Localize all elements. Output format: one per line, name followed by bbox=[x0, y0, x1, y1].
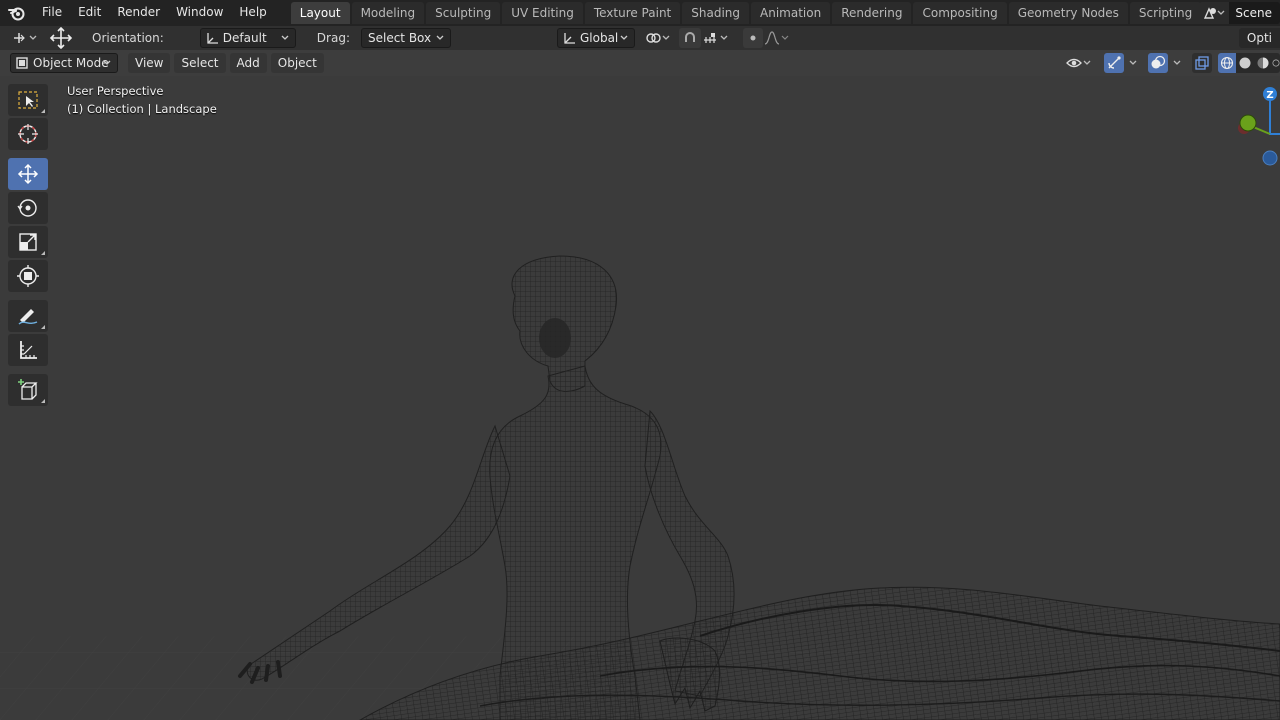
falloff-curve-icon[interactable] bbox=[763, 28, 791, 48]
select-box-icon[interactable] bbox=[8, 84, 48, 116]
drag-dropdown[interactable]: Select Box bbox=[360, 28, 451, 48]
left-toolbar bbox=[8, 84, 50, 408]
global-axis-icon bbox=[564, 33, 575, 44]
solid-shading-icon[interactable] bbox=[1236, 53, 1254, 73]
tab-shading[interactable]: Shading bbox=[682, 2, 749, 24]
chevron-down-icon bbox=[436, 35, 444, 40]
blender-logo-icon[interactable] bbox=[0, 0, 34, 26]
mode-dropdown[interactable]: Object Mode bbox=[10, 53, 118, 73]
transform-orientation-dropdown[interactable]: Global bbox=[556, 28, 635, 48]
tab-modeling[interactable]: Modeling bbox=[351, 2, 425, 24]
xray-toggle-icon[interactable] bbox=[1192, 53, 1212, 73]
chevron-down-icon bbox=[620, 35, 628, 40]
chevron-down-icon[interactable] bbox=[1124, 53, 1142, 73]
chevron-down-icon bbox=[281, 35, 289, 40]
orientation-value: Default bbox=[222, 31, 267, 45]
perspective-label: User Perspective bbox=[67, 84, 164, 98]
scene-selector: Scene bbox=[1199, 0, 1280, 26]
transform-orientation-value: Global bbox=[579, 31, 619, 45]
top-menu-bar: File Edit Render Window Help Layout Mode… bbox=[0, 0, 1280, 26]
workspace-tabs: Layout Modeling Sculpting UV Editing Tex… bbox=[290, 0, 1226, 26]
cursor-icon[interactable] bbox=[8, 118, 48, 150]
move-tool-icon[interactable] bbox=[46, 27, 76, 49]
collection-label: (1) Collection | Landscape bbox=[67, 102, 217, 116]
add-cube-icon[interactable] bbox=[8, 374, 48, 406]
tab-texture-paint[interactable]: Texture Paint bbox=[584, 2, 681, 24]
pivot-point-icon[interactable] bbox=[643, 28, 673, 48]
chevron-down-icon bbox=[103, 60, 111, 65]
tool-header: Orientation: Default Drag: Select Box Gl… bbox=[0, 26, 1280, 50]
tab-layout[interactable]: Layout bbox=[290, 2, 350, 24]
scene-icon[interactable] bbox=[1199, 2, 1230, 24]
orientation-label: Orientation: bbox=[92, 31, 164, 45]
transform-icon[interactable] bbox=[8, 260, 48, 292]
proportional-edit-icon[interactable] bbox=[742, 28, 763, 48]
viewport-menu-object[interactable]: Object bbox=[270, 53, 324, 73]
snap-toggle-icon[interactable] bbox=[678, 28, 701, 48]
gizmo-y-axis[interactable] bbox=[1239, 114, 1257, 132]
viewport-header: Object Mode View Select Add Object bbox=[0, 50, 1280, 76]
menu-edit[interactable]: Edit bbox=[70, 0, 109, 26]
tab-sculpting[interactable]: Sculpting bbox=[426, 2, 501, 24]
tab-scripting[interactable]: Scripting bbox=[1129, 2, 1202, 24]
menu-window[interactable]: Window bbox=[168, 0, 231, 26]
snap-increment-icon[interactable] bbox=[701, 28, 733, 48]
tab-geometry-nodes[interactable]: Geometry Nodes bbox=[1008, 2, 1128, 24]
viewport-menu-select[interactable]: Select bbox=[174, 53, 226, 73]
3d-viewport[interactable]: User Perspective (1) Collection | Landsc… bbox=[0, 76, 1280, 720]
tab-compositing[interactable]: Compositing bbox=[913, 2, 1007, 24]
menu-help[interactable]: Help bbox=[231, 0, 274, 26]
rendered-shading-icon[interactable] bbox=[1272, 53, 1280, 73]
gizmo-z-negative[interactable] bbox=[1262, 150, 1278, 166]
gizmo-z-label: Z bbox=[1266, 90, 1273, 101]
wireframe-shading-icon[interactable] bbox=[1218, 53, 1236, 73]
tab-animation[interactable]: Animation bbox=[751, 2, 831, 24]
visibility-eye-icon[interactable] bbox=[1064, 53, 1094, 73]
orientation-icon bbox=[207, 33, 218, 44]
tab-uv-editing[interactable]: UV Editing bbox=[502, 2, 583, 24]
object-mode-icon bbox=[16, 57, 28, 69]
menu-render[interactable]: Render bbox=[109, 0, 168, 26]
material-shading-icon[interactable] bbox=[1254, 53, 1272, 73]
tool-settings-icon[interactable] bbox=[6, 28, 46, 48]
tab-rendering[interactable]: Rendering bbox=[832, 2, 912, 24]
chevron-down-icon[interactable] bbox=[1168, 53, 1186, 73]
scale-icon[interactable] bbox=[8, 226, 48, 258]
viewport-menu-add[interactable]: Add bbox=[229, 53, 267, 73]
orientation-dropdown[interactable]: Default bbox=[199, 28, 296, 48]
options-dropdown[interactable]: Opti bbox=[1238, 28, 1280, 48]
drag-value: Select Box bbox=[367, 31, 432, 45]
scene-name-field[interactable]: Scene bbox=[1229, 2, 1280, 24]
move-icon[interactable] bbox=[8, 158, 48, 190]
gizmo-toggle-icon[interactable] bbox=[1104, 53, 1124, 73]
navigation-gizmo[interactable]: Z bbox=[1230, 82, 1280, 172]
wireframe-scene bbox=[0, 255, 1280, 720]
overlays-toggle-icon[interactable] bbox=[1148, 53, 1168, 73]
menu-file[interactable]: File bbox=[34, 0, 70, 26]
mode-value: Object Mode bbox=[33, 56, 109, 70]
rotate-icon[interactable] bbox=[8, 192, 48, 224]
viewport-menu-view[interactable]: View bbox=[128, 53, 171, 73]
annotate-icon[interactable] bbox=[8, 300, 48, 332]
measure-icon[interactable] bbox=[8, 334, 48, 366]
drag-label: Drag: bbox=[316, 31, 350, 45]
